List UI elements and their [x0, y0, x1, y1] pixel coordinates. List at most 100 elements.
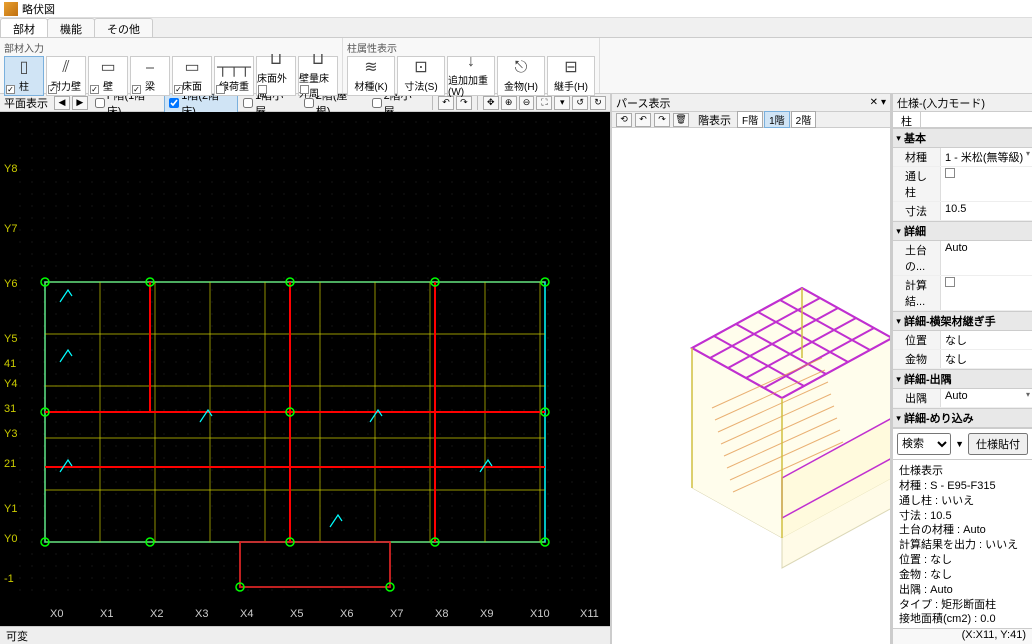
prop-value[interactable] — [941, 167, 1032, 201]
properties-tab-row: 柱 — [893, 112, 1032, 128]
checkbox-icon[interactable] — [300, 85, 309, 94]
svg-text:Y1: Y1 — [4, 503, 17, 515]
checkbox-icon[interactable]: ✓ — [48, 85, 57, 94]
main-tabs: 部材機能その他 — [0, 18, 1032, 38]
prop-section-0[interactable]: 基本 — [893, 128, 1032, 148]
prop-value[interactable]: Auto — [941, 389, 1032, 407]
plan-status: 可変 — [0, 626, 610, 644]
perspective-title: パース表示 — [616, 95, 670, 111]
checkbox-icon[interactable] — [216, 85, 225, 94]
plan-next-btn[interactable]: ▶ — [72, 96, 88, 110]
svg-text:-1: -1 — [4, 573, 14, 585]
plan-canvas[interactable]: X0X1X2X3X4X5X6X7X8X9X10X11-1Y0Y121Y331Y4… — [0, 112, 610, 626]
ribbon-attr-buttons: ≋材種(K)⊡寸法(S)↓追加加重(W)⎋金物(H)⊟継手(H) — [347, 56, 595, 96]
spec-line: 土台の材種 : Auto — [899, 523, 1026, 538]
tab-1[interactable]: 機能 — [47, 18, 95, 37]
ribbon-input-4[interactable]: ▭床面✓ — [172, 56, 212, 96]
ribbon-input-6[interactable]: ⊔床面外周 — [256, 56, 296, 96]
prop-value[interactable] — [941, 276, 1032, 310]
zoom-fit-btn[interactable]: ⛶ — [536, 96, 552, 110]
properties-tab[interactable]: 柱 — [893, 112, 921, 127]
prop-section-1[interactable]: 詳細 — [893, 221, 1032, 241]
prop-section-2[interactable]: 詳細-横架材継ぎ手 — [893, 311, 1032, 331]
right-area: パース表示 ✕ ▾ ⟲ ↶ ↷ 🗑 階表示 F階1階2階 仕様-(入力モード) — [612, 94, 1032, 644]
ribbon-input-7[interactable]: ⊔壁量床外周 — [298, 56, 338, 96]
search-row: 検索 ▼ 仕様貼付 — [893, 428, 1032, 460]
checkbox-icon[interactable] — [945, 277, 955, 287]
pers-floor-1[interactable]: 1階 — [764, 111, 790, 128]
glyph-icon: ⊟ — [564, 60, 577, 76]
ribbon-group-input: 部材入力 ▯柱✓⫽耐力壁✓▭壁✓⎯梁✓▭床面✓┬┬┬線荷重⊔床面外周⊔壁量床外周 — [0, 38, 343, 93]
svg-text:Y0: Y0 — [4, 533, 17, 545]
svg-text:X1: X1 — [100, 608, 113, 620]
ribbon-input-3[interactable]: ⎯梁✓ — [130, 56, 170, 96]
prop-value[interactable]: 10.5 — [941, 202, 1032, 220]
paste-spec-button[interactable]: 仕様貼付 — [968, 433, 1028, 455]
prop-value[interactable]: Auto — [941, 241, 1032, 275]
ribbon-input-2[interactable]: ▭壁✓ — [88, 56, 128, 96]
pers-floor-2[interactable]: 2階 — [791, 111, 817, 128]
glyph-icon: ⫽ — [62, 60, 69, 76]
svg-text:X9: X9 — [480, 608, 493, 620]
prop-row: 計算結... — [893, 276, 1032, 311]
svg-text:X8: X8 — [435, 608, 448, 620]
ribbon: 部材入力 ▯柱✓⫽耐力壁✓▭壁✓⎯梁✓▭床面✓┬┬┬線荷重⊔床面外周⊔壁量床外周… — [0, 38, 1032, 94]
search-select[interactable]: 検索 — [897, 433, 951, 455]
prop-key: 出隅 — [893, 389, 941, 407]
prop-value[interactable]: なし — [941, 350, 1032, 368]
prop-row: 金物なし — [893, 350, 1032, 369]
prop-value[interactable]: 1 - 米松(無等級) — [941, 148, 1032, 166]
ribbon-attr-1[interactable]: ⊡寸法(S) — [397, 56, 445, 96]
svg-text:Y5: Y5 — [4, 333, 17, 345]
prop-value[interactable]: なし — [941, 331, 1032, 349]
glyph-icon: ▯ — [20, 60, 29, 76]
prop-key: 寸法 — [893, 202, 941, 220]
zoom-in-btn[interactable]: ⊕ — [501, 96, 517, 110]
perspective-canvas[interactable] — [612, 128, 890, 644]
close-icon[interactable]: ✕ — [870, 97, 878, 108]
pers-undo-btn[interactable]: ↶ — [635, 113, 651, 127]
spec-line: 計算結果を出力 : いいえ — [899, 538, 1026, 553]
checkbox-icon[interactable] — [945, 168, 955, 178]
ribbon-input-0[interactable]: ▯柱✓ — [4, 56, 44, 96]
checkbox-icon[interactable]: ✓ — [174, 85, 183, 94]
ribbon-attr-0[interactable]: ≋材種(K) — [347, 56, 395, 96]
ribbon-attr-4[interactable]: ⊟継手(H) — [547, 56, 595, 96]
ribbon-input-1[interactable]: ⫽耐力壁✓ — [46, 56, 86, 96]
prop-section-4[interactable]: 詳細-めり込み — [893, 408, 1032, 428]
prop-row: 材種1 - 米松(無等級) — [893, 148, 1032, 167]
plan-prev-btn[interactable]: ◀ — [54, 96, 70, 110]
svg-text:41: 41 — [4, 358, 16, 370]
checkbox-icon[interactable]: ✓ — [90, 85, 99, 94]
pers-redo-btn[interactable]: ↷ — [654, 113, 670, 127]
glyph-icon: ≋ — [364, 60, 377, 76]
footer-coord: (X:X11, Y:41) — [893, 628, 1032, 644]
svg-text:Y6: Y6 — [4, 278, 17, 290]
zoom-out-btn[interactable]: ⊖ — [519, 96, 535, 110]
glyph-icon: ↓ — [467, 54, 475, 70]
prop-row: 出隅Auto — [893, 389, 1032, 408]
ribbon-attr-3[interactable]: ⎋金物(H) — [497, 56, 545, 96]
prop-key: 位置 — [893, 331, 941, 349]
pers-rotate-btn[interactable]: ⟲ — [616, 113, 632, 127]
ribbon-input-5[interactable]: ┬┬┬線荷重 — [214, 56, 254, 96]
prop-section-3[interactable]: 詳細-出隅 — [893, 369, 1032, 389]
tab-0[interactable]: 部材 — [0, 18, 48, 37]
svg-text:Y4: Y4 — [4, 378, 17, 390]
pin-icon[interactable]: ▾ — [881, 97, 886, 108]
pers-floor-0[interactable]: F階 — [737, 111, 763, 128]
pers-delete-btn[interactable]: 🗑 — [673, 113, 689, 127]
spec-line: 金物 : なし — [899, 568, 1026, 583]
ribbon-attr-2[interactable]: ↓追加加重(W) — [447, 56, 495, 96]
rotate-left-btn[interactable]: ↺ — [572, 96, 588, 110]
checkbox-icon[interactable]: ✓ — [6, 85, 15, 94]
prop-key: 材種 — [893, 148, 941, 166]
svg-text:X11: X11 — [580, 608, 599, 620]
rotate-right-btn[interactable]: ↻ — [590, 96, 606, 110]
perspective-panel: パース表示 ✕ ▾ ⟲ ↶ ↷ 🗑 階表示 F階1階2階 — [612, 94, 892, 644]
tab-2[interactable]: その他 — [94, 18, 153, 37]
checkbox-icon[interactable]: ✓ — [132, 85, 141, 94]
svg-text:Y3: Y3 — [4, 428, 17, 440]
zoom-dd-btn[interactable]: ▾ — [554, 96, 570, 110]
checkbox-icon[interactable] — [258, 85, 267, 94]
